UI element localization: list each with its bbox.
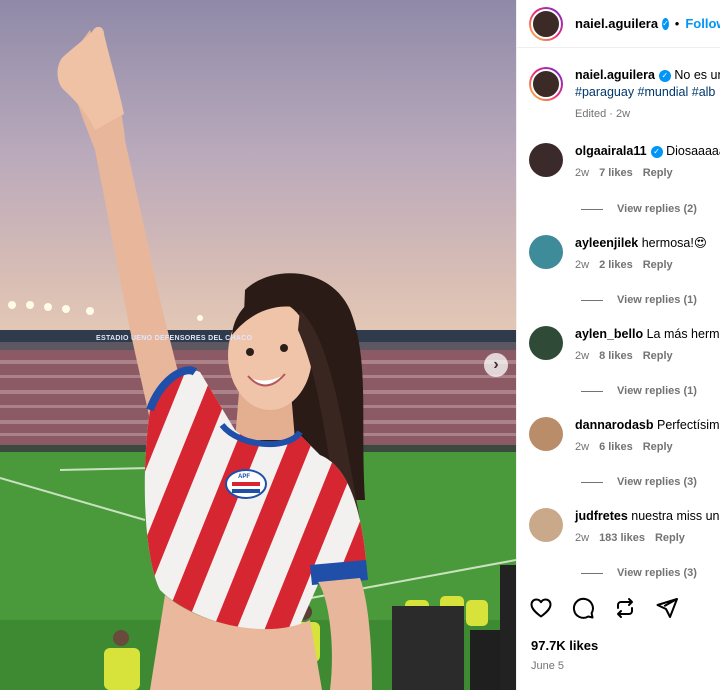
comment-likes[interactable]: 8 likes [599,350,633,362]
caption-meta: Edited · 2w [575,108,631,120]
comment-time: 2w [575,167,590,179]
comment-item: olgaairala11 ✓ Diosaaaaa 2w 7 likes Reply [529,143,720,182]
comment-item: dannarodasb Perfectísima 2w 6 likes Reply [529,417,720,456]
comment-likes[interactable]: 183 likes [599,532,645,544]
heart-icon[interactable] [529,596,553,620]
comment-likes[interactable]: 7 likes [599,167,633,179]
reply-button[interactable]: Reply [643,259,673,271]
jersey-crest-text: APF [238,474,250,480]
follow-button[interactable]: Follow [685,16,720,31]
comment-text: La más hermo [646,327,720,341]
avatar[interactable] [529,143,563,177]
comment-text: nuestra miss uni [631,509,720,523]
view-replies-button[interactable]: View replies (1) [581,294,697,306]
post-header: naiel.aguilera ✓ • Follow [517,0,720,48]
comment-time: 2w [575,441,590,453]
post-date: June 5 [531,660,565,672]
repost-icon[interactable] [613,596,637,620]
comment-username[interactable]: olgaairala11 [575,144,647,158]
separator-dot: • [674,16,680,31]
comment-text: hermosa!😍 [641,236,707,250]
reply-button[interactable]: Reply [643,167,673,179]
comments-list[interactable]: naiel.aguilera ✓ No es un #paraguay #mund… [517,49,720,589]
caption: naiel.aguilera ✓ No es un #paraguay #mund… [529,67,720,123]
avatar[interactable] [529,508,563,542]
view-replies-button[interactable]: View replies (2) [581,203,697,215]
chevron-right-icon[interactable]: › [484,353,508,377]
author-username[interactable]: naiel.aguilera [575,16,658,31]
comment-text: Perfectísima [656,418,720,432]
likes-count[interactable]: 97.7K likes [531,638,598,653]
comment-time: 2w [575,532,590,544]
verified-icon: ✓ [650,146,663,158]
caption-username[interactable]: naiel.aguilera [575,68,655,82]
comment-time: 2w [575,350,590,362]
comment-username[interactable]: dannarodasb [575,418,654,432]
caption-hashtags[interactable]: #paraguay #mundial #alb [575,85,715,99]
caption-text: No es un [674,68,720,82]
comment-icon[interactable] [571,596,595,620]
post-actions [529,596,679,620]
stadium-sign: ESTADIO UENO DEFENSORES DEL CHACO [96,335,253,342]
comment-likes[interactable]: 2 likes [599,259,633,271]
comment-item: aylen_bello La más hermo 2w 8 likes Reply [529,326,720,365]
avatar[interactable] [529,6,563,41]
reply-button[interactable]: Reply [655,532,685,544]
stadium-selfie-illustration [0,26,516,690]
avatar[interactable] [529,326,563,360]
verified-icon: ✓ [658,70,671,82]
comment-text: Diosaaaaa [666,144,720,158]
reply-button[interactable]: Reply [643,350,673,362]
post-photo[interactable]: ESTADIO UENO DEFENSORES DEL CHACO APF › [0,0,516,690]
comment-item: judfretes nuestra miss uni 2w 183 likes Re… [529,508,720,547]
verified-icon: ✓ [662,17,669,30]
comment-username[interactable]: judfretes [575,509,628,523]
view-replies-button[interactable]: View replies (1) [581,385,697,397]
avatar[interactable] [529,235,563,269]
avatar[interactable] [529,417,563,451]
view-replies-button[interactable]: View replies (3) [581,476,697,488]
comment-username[interactable]: ayleenjilek [575,236,638,250]
post-sidebar: naiel.aguilera ✓ • Follow naiel.aguilera… [516,0,720,690]
comment-likes[interactable]: 6 likes [599,441,633,453]
share-icon[interactable] [655,596,679,620]
view-replies-button[interactable]: View replies (3) [581,567,697,579]
avatar[interactable] [529,67,563,101]
comment-time: 2w [575,259,590,271]
comment-username[interactable]: aylen_bello [575,327,643,341]
comment-item: ayleenjilek hermosa!😍 2w 2 likes Reply [529,235,720,274]
reply-button[interactable]: Reply [643,441,673,453]
